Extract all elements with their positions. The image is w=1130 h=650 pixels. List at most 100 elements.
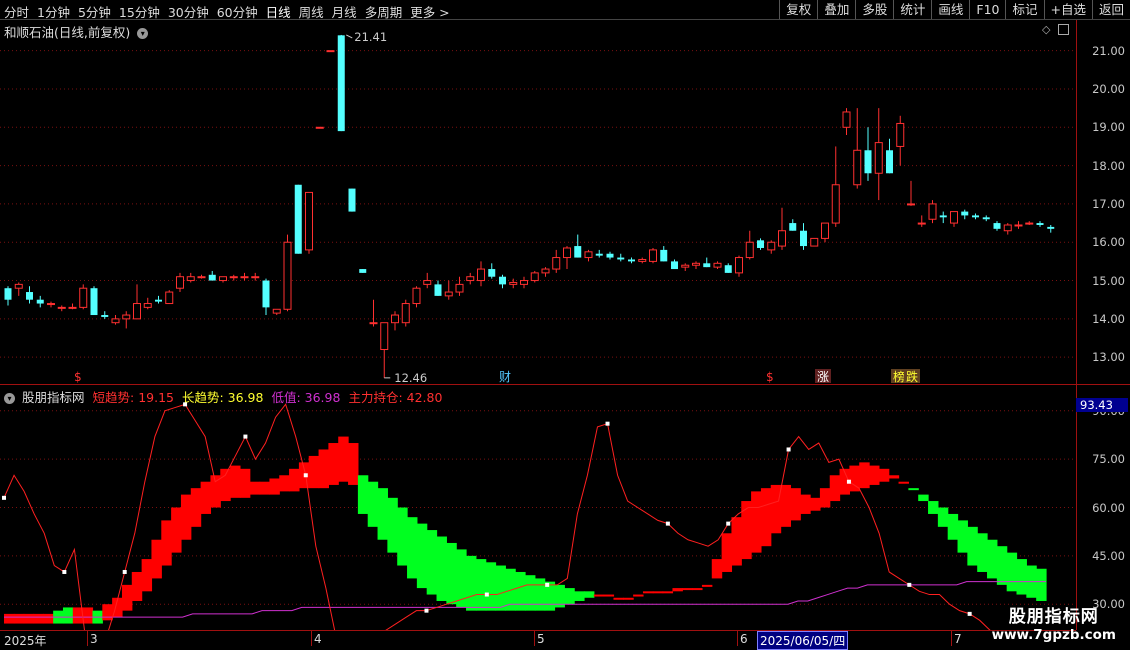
event-mark: 跌 — [906, 369, 918, 384]
candle-body — [47, 303, 55, 306]
date-label: 4 — [314, 632, 322, 646]
candle-body — [1047, 226, 1055, 229]
watermark: 股朋指标网 www.7gpzb.com — [992, 602, 1116, 643]
trend-band-bar — [190, 488, 202, 527]
price-tick: 13.00 — [1092, 350, 1125, 365]
trend-band-bar — [967, 526, 978, 566]
trend-band-bar — [269, 478, 280, 495]
period-tab-5[interactable]: 60分钟 — [217, 2, 258, 21]
action-button-5[interactable]: F10 — [969, 0, 1005, 19]
event-mark: $ — [74, 370, 82, 384]
action-button-8[interactable]: 返回 — [1091, 0, 1130, 19]
period-tab-10[interactable]: 更多 > — [410, 2, 449, 21]
action-button-6[interactable]: 标记 — [1005, 0, 1043, 19]
period-tab-1[interactable]: 1分钟 — [37, 2, 70, 21]
trend-band-bar — [180, 494, 192, 540]
period-tab-0[interactable]: 分时 — [4, 2, 29, 21]
price-tick: 15.00 — [1092, 273, 1125, 288]
trend-band-bar — [682, 588, 693, 591]
period-tab-6[interactable]: 日线 — [266, 2, 291, 21]
action-buttons: 复权 叠加 多股 统计 画线 F10 标记 +自选 返回 — [779, 0, 1130, 19]
action-button-2[interactable]: 多股 — [855, 0, 893, 19]
trend-band-bar — [947, 513, 959, 540]
candle-body — [800, 230, 807, 247]
candle-body — [36, 299, 44, 304]
trend-band-bar — [279, 475, 290, 492]
trend-band-bar — [151, 539, 162, 579]
trend-band-bar — [318, 449, 329, 489]
candlestick-chart[interactable]: 21.41 12.46 $ 财 $ 涨 榜跌 — [0, 20, 1076, 384]
candle-body — [681, 264, 690, 268]
date-tick — [951, 631, 952, 646]
candle-body — [143, 303, 152, 308]
trend-band-bar — [495, 565, 506, 611]
trend-band-bar — [810, 497, 821, 511]
candle-body — [423, 280, 432, 285]
trend-band-bar — [711, 559, 723, 579]
action-button-7[interactable]: +自选 — [1043, 0, 1092, 19]
trend-marker — [605, 421, 610, 426]
trend-band-bar — [102, 604, 113, 621]
candle-body — [455, 283, 464, 293]
action-button-3[interactable]: 统计 — [893, 0, 931, 19]
action-button-1[interactable]: 叠加 — [817, 0, 855, 19]
action-button-0[interactable]: 复权 — [779, 0, 817, 19]
trend-band-bar — [1006, 552, 1018, 592]
indicator-chart[interactable] — [0, 385, 1076, 630]
candle-body — [574, 246, 582, 258]
trend-marker — [545, 582, 550, 587]
candle-body — [961, 211, 969, 216]
candle-body — [337, 35, 345, 132]
trend-band-bar — [23, 613, 35, 624]
trend-band-bar — [82, 607, 94, 624]
trend-band-bar — [829, 475, 841, 502]
candle-body — [1036, 223, 1044, 225]
candle-body — [821, 222, 829, 239]
period-tab-4[interactable]: 30分钟 — [168, 2, 209, 21]
indicator-panel: ▾ 股朋指标网 短趋势: 19.15 长趋势: 36.98 低值: 36.98 … — [0, 385, 1130, 630]
period-tab-2[interactable]: 5分钟 — [78, 2, 111, 21]
indicator-tick: 60.00 — [1092, 500, 1125, 515]
candle-body — [1003, 224, 1012, 232]
trend-band-bar — [692, 588, 703, 591]
candle-body — [767, 241, 776, 251]
candle-body — [412, 287, 421, 305]
date-label: 2025年 — [4, 634, 47, 648]
indicator-axis: 90.0075.0060.0045.0030.00 — [1076, 385, 1130, 630]
trend-band-bar — [426, 530, 438, 595]
trend-band-bar — [741, 501, 752, 560]
trend-band-bar — [436, 536, 447, 601]
candle-body — [541, 268, 550, 274]
price-tick: 14.00 — [1092, 311, 1125, 326]
trend-marker — [846, 479, 851, 484]
event-mark: 财 — [499, 370, 511, 384]
trend-marker — [484, 592, 489, 597]
period-tab-9[interactable]: 多周期 — [365, 2, 403, 21]
candle-body — [595, 253, 603, 256]
trend-band-bar — [859, 462, 870, 489]
candle-body — [348, 188, 356, 212]
trend-band-bar — [131, 571, 143, 601]
candle-body — [703, 263, 711, 268]
trend-band-bar — [220, 468, 231, 502]
candle-body — [79, 287, 88, 308]
action-button-4[interactable]: 画线 — [931, 0, 969, 19]
price-tick: 19.00 — [1092, 120, 1125, 135]
trend-band-bar — [898, 481, 909, 484]
trend-band-bar — [574, 591, 585, 601]
candle-body — [810, 237, 819, 247]
watermark-title: 股朋指标网 — [1008, 607, 1099, 627]
date-axis: 2025年 3 4 5 6 7 2025/06/05/四 — [0, 630, 1076, 650]
period-tab-3[interactable]: 15分钟 — [119, 2, 160, 21]
candle-body — [111, 318, 120, 324]
candle-body — [219, 276, 227, 282]
trend-band-bar — [466, 555, 477, 611]
low-label: 12.46 — [394, 371, 427, 384]
candle-body — [466, 276, 475, 282]
period-tab-7[interactable]: 周线 — [299, 2, 324, 21]
trend-band-bar — [534, 578, 546, 611]
candle-body — [928, 203, 937, 220]
trend-band-bar — [407, 517, 418, 579]
period-tab-8[interactable]: 月线 — [332, 2, 357, 21]
trend-band-bar — [878, 468, 890, 482]
